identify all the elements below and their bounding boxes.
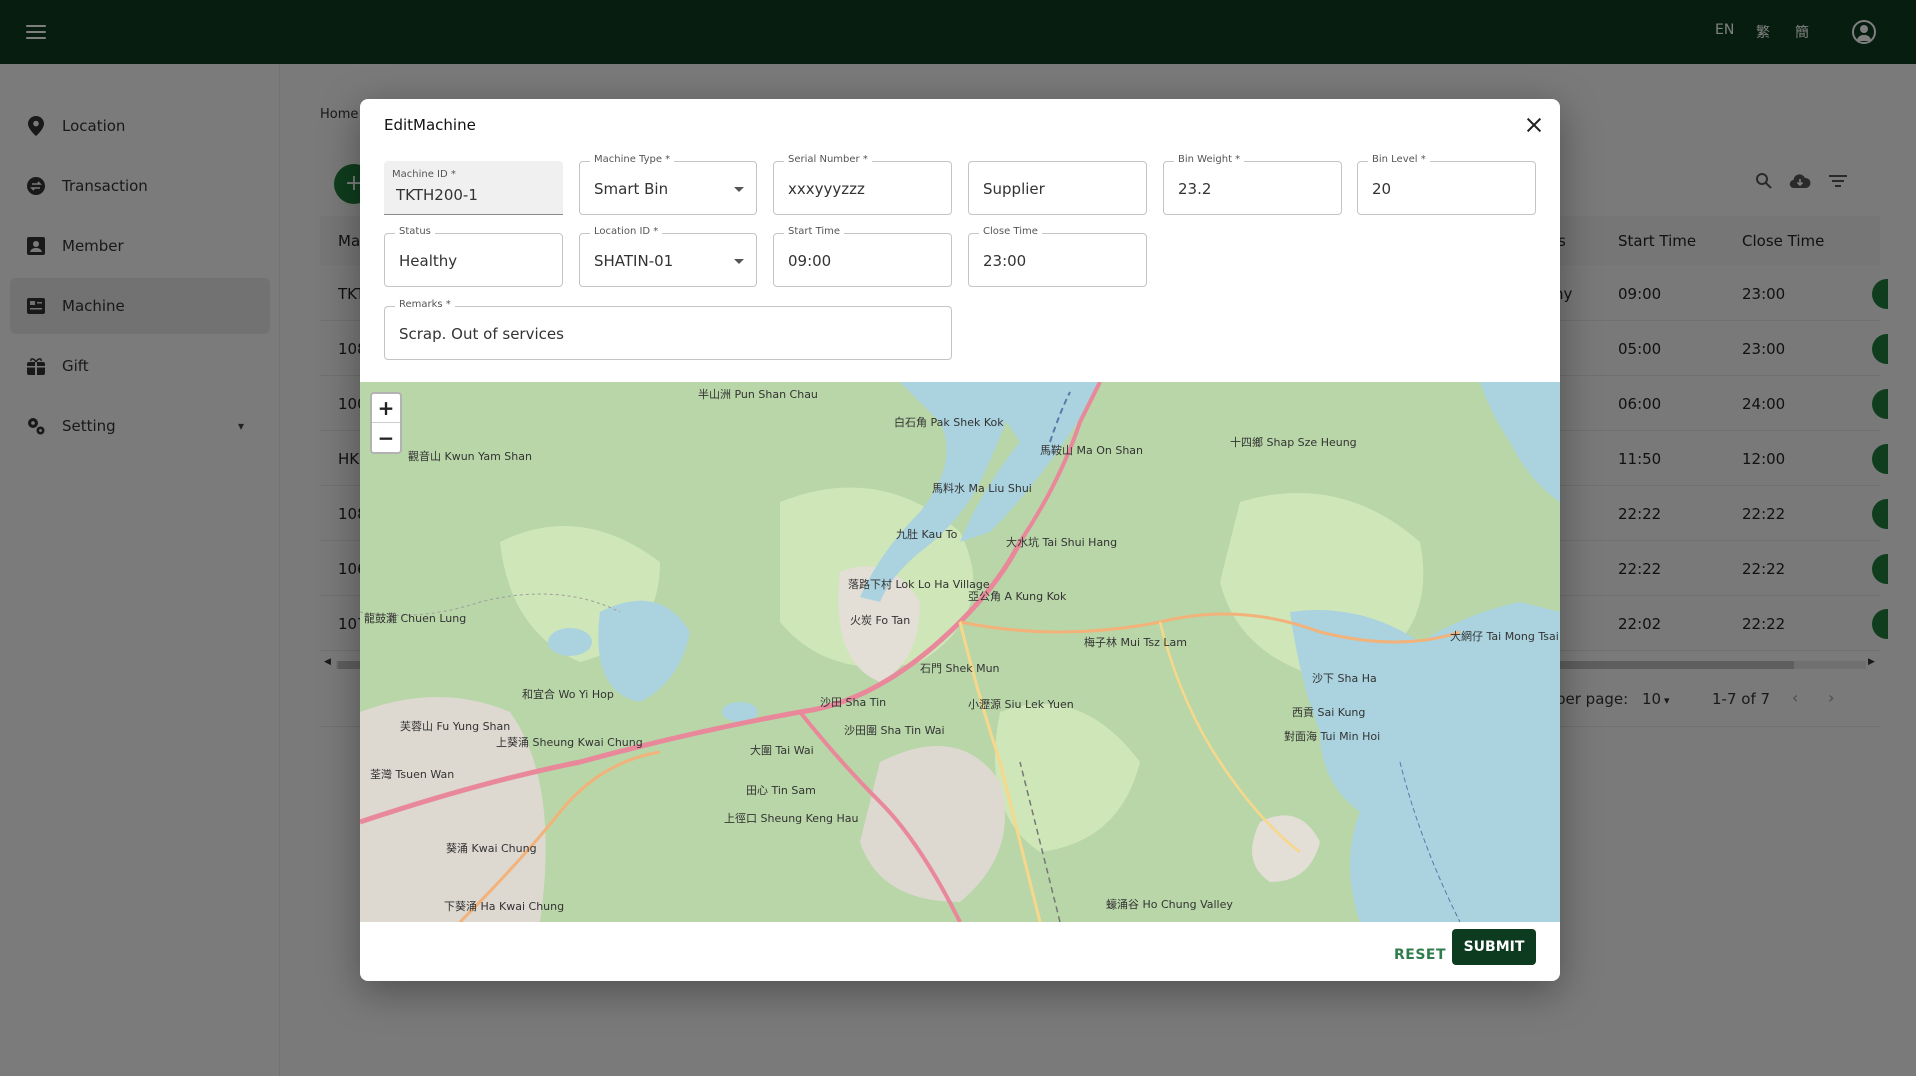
map-label: 和宜合 Wo Yi Hop <box>522 687 614 701</box>
map-label: 龍鼓灘 Chuen Lung <box>364 611 466 625</box>
map-zoom-control: + − <box>370 392 402 454</box>
field-label: Bin Weight * <box>1174 154 1245 165</box>
field-value: Healthy <box>399 252 458 270</box>
map-label: 上徑口 Sheung Keng Hau <box>724 812 859 825</box>
dialog-title: EditMachine <box>384 116 476 134</box>
map-label: 石門 Shek Mun <box>920 662 1000 675</box>
field-label: Machine Type * <box>590 154 675 165</box>
map-label: 十四鄉 Shap Sze Heung <box>1230 435 1357 449</box>
field-label: Serial Number * <box>784 154 872 165</box>
map-label: 梅子林 Mui Tsz Lam <box>1084 635 1187 649</box>
map-label: 小瀝源 Siu Lek Yuen <box>968 697 1074 711</box>
map-label: 葵涌 Kwai Chung <box>446 842 537 855</box>
map-label: 火炭 Fo Tan <box>850 614 910 627</box>
dropdown-arrow-icon <box>734 187 744 192</box>
map-label: 大網仔 Tai Mong Tsai <box>1450 629 1559 643</box>
map-label: 九肚 Kau To <box>896 527 958 541</box>
map-label: 馬料水 Ma Liu Shui <box>932 481 1032 495</box>
field-label: Location ID * <box>590 226 663 237</box>
map-label: 大圍 Tai Wai <box>750 743 814 757</box>
edit-machine-dialog: EditMachine Machine ID * TKTH200-1 Machi… <box>360 99 1560 981</box>
map-label: 落路下村 Lok Lo Ha Village <box>848 577 990 591</box>
zoom-out-button[interactable]: − <box>372 424 400 453</box>
map-label: 馬鞍山 Ma On Shan <box>1040 443 1143 457</box>
machine-id-field[interactable]: Machine ID * TKTH200-1 <box>384 161 563 215</box>
field-label: Close Time <box>979 226 1042 237</box>
map-label: 上葵涌 Sheung Kwai Chung <box>496 736 643 749</box>
map-label: 荃灣 Tsuen Wan <box>370 767 454 781</box>
dropdown-arrow-icon <box>734 259 744 264</box>
map-label: 田心 Tin Sam <box>746 784 816 797</box>
submit-button[interactable]: SUBMIT <box>1452 929 1536 965</box>
field-label: Status <box>395 226 435 237</box>
location-map[interactable]: 半山洲 Pun Shan Chau 白石角 Pak Shek Kok 馬鞍山 M… <box>360 382 1560 922</box>
zoom-in-button[interactable]: + <box>372 394 400 423</box>
field-value: 23.2 <box>1178 180 1212 198</box>
map-label: 大水坑 Tai Shui Hang <box>1006 535 1117 549</box>
field-value: 20 <box>1372 180 1392 198</box>
status-field[interactable]: Status Healthy <box>384 226 563 287</box>
map-label: 沙田 Sha Tin <box>820 696 886 709</box>
map-tiles: 半山洲 Pun Shan Chau 白石角 Pak Shek Kok 馬鞍山 M… <box>360 382 1560 922</box>
map-label: 對面海 Tui Min Hoi <box>1284 729 1380 743</box>
close-time-field[interactable]: Close Time 23:00 <box>968 226 1147 287</box>
machine-type-select[interactable]: Machine Type * Smart Bin <box>579 154 757 215</box>
bin-level-field[interactable]: Bin Level * 20 <box>1357 154 1536 215</box>
map-label: 下葵涌 Ha Kwai Chung <box>444 900 564 913</box>
field-value: xxxyyyzzz <box>788 180 865 198</box>
field-value: SHATIN-01 <box>594 252 674 270</box>
field-label: Remarks * <box>395 299 455 310</box>
remarks-field[interactable]: Remarks * Scrap. Out of services <box>384 299 952 360</box>
field-value: Scrap. Out of services <box>399 325 564 343</box>
reset-button[interactable]: RESET <box>1390 937 1450 973</box>
close-icon[interactable] <box>1524 115 1544 135</box>
map-label: 沙田圍 Sha Tin Wai <box>844 724 945 737</box>
map-label: 西貢 Sai Kung <box>1292 706 1365 719</box>
field-value: Smart Bin <box>594 180 669 198</box>
start-time-field[interactable]: Start Time 09:00 <box>773 226 952 287</box>
field-label: Bin Level * <box>1368 154 1430 165</box>
field-value: 09:00 <box>788 252 832 270</box>
map-label: 芙蓉山 Fu Yung Shan <box>400 719 510 733</box>
field-label: Machine ID * <box>392 169 456 180</box>
map-label: 半山洲 Pun Shan Chau <box>698 387 818 401</box>
field-value: TKTH200-1 <box>396 186 478 204</box>
field-label: Start Time <box>784 226 845 237</box>
serial-number-field[interactable]: Serial Number * xxxyyyzzz <box>773 154 952 215</box>
field-value: Supplier <box>983 180 1045 198</box>
bin-weight-field[interactable]: Bin Weight * 23.2 <box>1163 154 1342 215</box>
map-label: 白石角 Pak Shek Kok <box>894 415 1004 429</box>
field-value: 23:00 <box>983 252 1027 270</box>
location-id-select[interactable]: Location ID * SHATIN-01 <box>579 226 757 287</box>
map-label: 亞公角 A Kung Kok <box>968 590 1067 603</box>
map-label: 蠔涌谷 Ho Chung Valley <box>1106 897 1233 911</box>
map-label: 觀音山 Kwun Yam Shan <box>408 449 532 463</box>
supplier-field[interactable]: Supplier <box>968 161 1147 215</box>
map-label: 沙下 Sha Ha <box>1312 672 1377 685</box>
